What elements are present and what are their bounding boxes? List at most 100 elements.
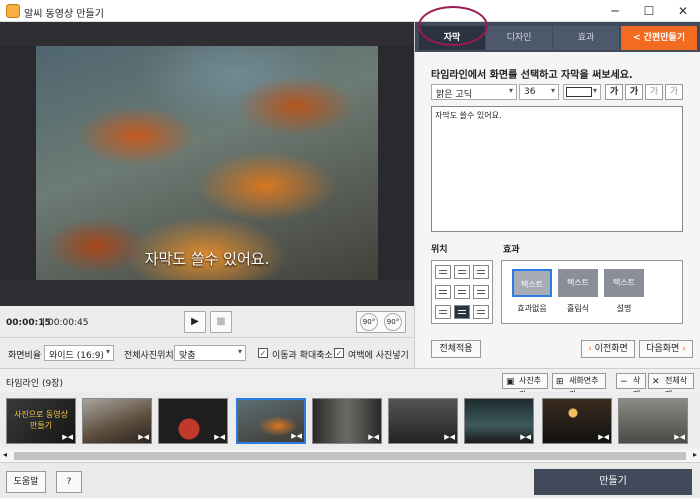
- transition-icon: ▶◀: [214, 433, 225, 441]
- quick-make-button[interactable]: < 간편만들기: [621, 26, 697, 50]
- total-time: 00:00:45: [48, 318, 89, 328]
- preview-caption: 자막도 쓸수 있어요.: [144, 250, 270, 268]
- chevron-left-icon: <: [632, 33, 641, 43]
- effect-description-preview[interactable]: 텍스트: [604, 269, 644, 297]
- effect-none-preview[interactable]: 텍스트: [512, 269, 552, 297]
- subtitle-panel: 자막 디자인 효과 < 간편만들기 타임라인에서 화면를 선택하고 자막을 써보…: [414, 22, 700, 368]
- position-grid: [431, 260, 493, 324]
- font-select[interactable]: 맑은 고딕 ▾: [431, 84, 517, 100]
- timeline-thumb[interactable]: 사진으로 동영상 만들기 ▶◀: [6, 398, 76, 444]
- window-title: 알씨 동영상 만들기: [24, 9, 104, 20]
- bold-button[interactable]: 가: [605, 84, 623, 100]
- thumb-title-text: 사진으로 동영상 만들기: [13, 410, 69, 430]
- move-zoom-label: 이동과 확대축소: [272, 351, 333, 361]
- minimize-button[interactable]: ─: [598, 0, 632, 22]
- bottom-bar: 도움말 ? 만들기: [0, 462, 700, 498]
- position-top-right[interactable]: [473, 265, 489, 279]
- rotate-group: 90° 90°: [356, 311, 406, 333]
- color-picker[interactable]: ▾: [563, 84, 601, 100]
- effect-flow-preview[interactable]: 텍스트: [558, 269, 598, 297]
- add-screen-button[interactable]: ⊞새화면추가: [552, 373, 606, 399]
- italic-button[interactable]: 가: [625, 84, 643, 100]
- tab-effect[interactable]: 효과: [553, 26, 619, 50]
- position-select[interactable]: 맞춤 ▾: [174, 345, 246, 361]
- transition-icon: ▶◀: [674, 433, 685, 441]
- outline-button[interactable]: 가: [645, 84, 663, 100]
- effect-none-label: 효과없음: [517, 304, 547, 313]
- scrollbar-thumb[interactable]: [14, 452, 686, 460]
- effect-section-label: 효과: [503, 245, 520, 255]
- maximize-button[interactable]: ☐: [632, 0, 666, 22]
- position-bottom-center[interactable]: [454, 305, 470, 319]
- position-top-left[interactable]: [435, 265, 451, 279]
- margin-label: 여백에 사진넣기: [348, 351, 409, 361]
- timeline-thumb[interactable]: ▶◀: [82, 398, 152, 444]
- make-video-button[interactable]: 만들기: [534, 469, 692, 495]
- next-screen-button[interactable]: 다음화면 ›: [639, 340, 693, 358]
- rotate-right-button[interactable]: 90°: [384, 313, 402, 331]
- playback-bar: 00:00:15 | 00:00:45 ▶ ■ 90° 90°: [0, 306, 414, 338]
- position-label: 전체사진위치: [124, 351, 174, 361]
- effect-flow-label: 흘림식: [566, 304, 590, 313]
- annotation-ellipse: [418, 6, 488, 46]
- position-bottom-left[interactable]: [435, 305, 451, 319]
- stop-button[interactable]: ■: [210, 311, 232, 333]
- timeline-thumb[interactable]: ▶◀: [388, 398, 458, 444]
- timeline-thumb-selected[interactable]: ▶◀: [236, 398, 306, 444]
- aspect-label: 화면비율: [8, 351, 42, 361]
- transition-icon: ▶◀: [368, 433, 379, 441]
- transition-icon: ▶◀: [138, 433, 149, 441]
- timeline-thumb[interactable]: ▶◀: [312, 398, 382, 444]
- delete-icon: ✕: [652, 377, 660, 387]
- chevron-down-icon: ▾: [550, 86, 555, 95]
- play-button[interactable]: ▶: [184, 311, 206, 333]
- timeline-thumb[interactable]: ▶◀: [158, 398, 228, 444]
- margin-checkbox[interactable]: ✓: [334, 348, 344, 358]
- position-middle-left[interactable]: [435, 285, 451, 299]
- transition-icon: ▶◀: [520, 433, 531, 441]
- transition-icon: ▶◀: [598, 433, 609, 441]
- question-button[interactable]: ?: [56, 471, 82, 493]
- position-bottom-right[interactable]: [473, 305, 489, 319]
- position-top-center[interactable]: [454, 265, 470, 279]
- delete-button[interactable]: −삭제: [616, 373, 646, 399]
- transition-icon: ▶◀: [291, 432, 302, 440]
- aspect-select[interactable]: 와이드 (16:9) ▾: [44, 345, 114, 361]
- chevron-down-icon: ▾: [237, 347, 242, 356]
- subtitle-instruction: 타임라인에서 화면를 선택하고 자막을 써보세요.: [431, 70, 633, 81]
- minus-icon: −: [620, 377, 628, 387]
- transition-icon: ▶◀: [62, 433, 73, 441]
- timeline-strip: 사진으로 동영상 만들기 ▶◀ ▶◀ ▶◀ ▶◀ ▶◀ ▶◀ ▶◀ ▶◀ ▶◀: [0, 392, 700, 448]
- prev-screen-button[interactable]: ‹ 이전화면: [581, 340, 635, 358]
- help-button[interactable]: 도움말: [6, 471, 46, 493]
- timeline-scrollbar[interactable]: ◂ ▸: [0, 450, 700, 462]
- scroll-right-icon[interactable]: ▸: [693, 450, 697, 459]
- size-select[interactable]: 36 ▾: [519, 84, 559, 100]
- apply-all-button[interactable]: 전체적용: [431, 340, 481, 358]
- move-zoom-checkbox[interactable]: ✓: [258, 348, 268, 358]
- settings-row: 화면비율 와이드 (16:9) ▾ 전체사진위치 맞춤 ▾ ✓ 이동과 확대축소 ✓…: [0, 338, 414, 368]
- position-section-label: 위치: [431, 245, 448, 255]
- timeline-thumb[interactable]: ▶◀: [542, 398, 612, 444]
- chevron-down-icon: ▾: [508, 86, 513, 95]
- chevron-down-icon: ▾: [592, 86, 597, 95]
- timeline-title: 타임라인 (9장): [6, 379, 64, 389]
- position-middle-right[interactable]: [473, 285, 489, 299]
- position-middle-center[interactable]: [454, 285, 470, 299]
- shadow-button[interactable]: 가: [665, 84, 683, 100]
- effect-description-label: 설명: [616, 304, 632, 313]
- timeline-thumb[interactable]: ▶◀: [618, 398, 688, 444]
- tab-design[interactable]: 디자인: [486, 26, 552, 50]
- close-button[interactable]: ✕: [666, 0, 700, 22]
- video-preview: 자막도 쓸수 있어요.: [0, 22, 414, 306]
- add-photo-button[interactable]: ▣사진추가: [502, 373, 548, 399]
- scroll-left-icon[interactable]: ◂: [3, 450, 7, 459]
- timeline-thumb[interactable]: ▶◀: [464, 398, 534, 444]
- delete-all-button[interactable]: ✕전체삭제: [648, 373, 694, 399]
- effect-options: 텍스트 텍스트 텍스트 효과없음 흘림식 설명: [501, 260, 683, 324]
- rotate-left-button[interactable]: 90°: [360, 313, 378, 331]
- subtitle-text-input[interactable]: 자막도 쓸수 있어요.: [431, 106, 683, 232]
- image-icon: ▣: [506, 377, 515, 387]
- transition-icon: ▶◀: [444, 433, 455, 441]
- chevron-right-icon: ›: [679, 344, 686, 354]
